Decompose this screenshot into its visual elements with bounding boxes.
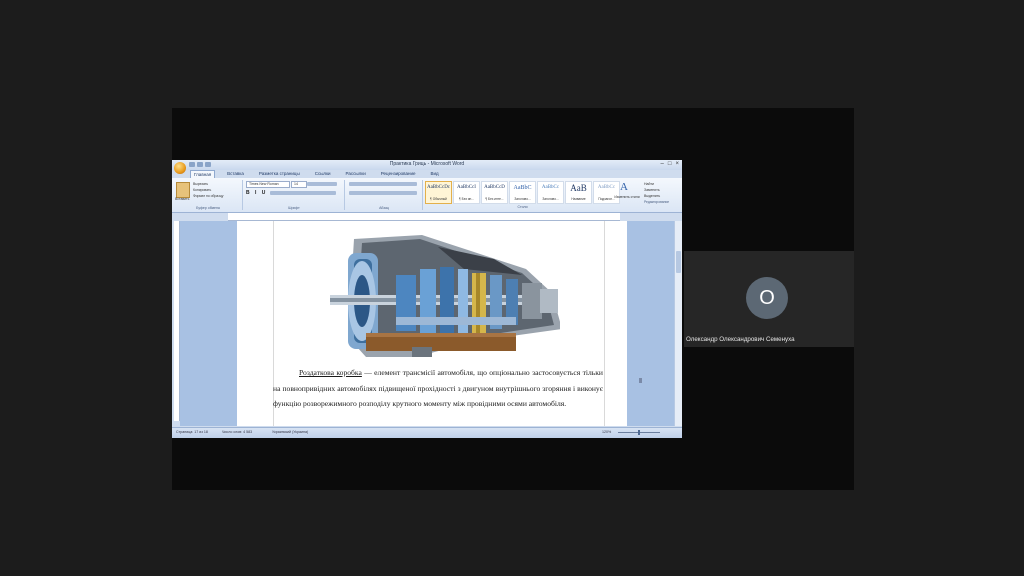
font-name-box[interactable]: Times New Roman xyxy=(246,181,290,188)
font-group: Times New Roman 14 B I U Шрифт xyxy=(244,180,345,210)
clipboard-group-label: Буфер обмена xyxy=(196,206,220,210)
language-indicator[interactable]: Украинский (Украина) xyxy=(272,430,308,434)
change-styles-button[interactable]: A Изменить стили xyxy=(612,181,642,207)
ribbon-tabs: Главная Вставка Разметка страницы Ссылки… xyxy=(190,170,442,178)
word-count[interactable]: Число слов: 4 583 xyxy=(222,430,252,434)
tab-page-layout[interactable]: Разметка страницы xyxy=(256,170,303,178)
window-controls: – □ × xyxy=(661,161,679,167)
title-bar: Практика Гриць - Microsoft Word xyxy=(172,160,682,170)
editing-group-label: Редактирование xyxy=(644,200,670,204)
participant-avatar: О xyxy=(746,277,788,319)
transfer-case-cutaway-image xyxy=(326,229,560,363)
list-indent-icons[interactable] xyxy=(349,182,417,186)
paste-icon[interactable] xyxy=(176,182,190,198)
tab-home[interactable]: Главная xyxy=(190,170,216,178)
document-page[interactable]: Роздаткова коробка — елемент трансмісії … xyxy=(237,221,627,426)
tab-view[interactable]: Вид xyxy=(428,170,442,178)
font-group-label: Шрифт xyxy=(288,206,300,210)
style-normal[interactable]: AaBbCcDc ¶ Обычный xyxy=(425,181,452,204)
office-button[interactable] xyxy=(174,162,186,174)
paragraph-term: Роздаткова коробка xyxy=(299,368,362,377)
maximize-icon[interactable]: □ xyxy=(668,161,672,167)
tab-mailings[interactable]: Рассылки xyxy=(343,170,369,178)
tab-references[interactable]: Ссылки xyxy=(312,170,334,178)
zoom-level[interactable]: 120% xyxy=(602,430,611,434)
paragraph-group-label: Абзац xyxy=(379,206,389,210)
clipboard-group: Вставить Вырезать Копировать Формат по о… xyxy=(174,180,243,210)
close-icon[interactable]: × xyxy=(675,161,679,167)
document-paragraph: Роздаткова коробка — елемент трансмісії … xyxy=(273,365,603,412)
zoom-slider-knob[interactable] xyxy=(638,430,640,435)
style-title[interactable]: AaB Название xyxy=(565,181,592,204)
style-heading-1[interactable]: AaBbC Заголово... xyxy=(509,181,536,204)
shared-screen-word-window: Практика Гриць - Microsoft Word – □ × Гл… xyxy=(172,160,682,438)
style-heading-2[interactable]: AaBbCc Заголово... xyxy=(537,181,564,204)
style-no-spacing[interactable]: AaBbCcI ¶ Без ин... xyxy=(453,181,480,204)
page-count[interactable]: Страница: 17 из 18 xyxy=(176,430,208,434)
redo-icon[interactable] xyxy=(205,162,211,167)
styles-group-label: Стили xyxy=(517,205,528,209)
save-icon[interactable] xyxy=(189,162,195,167)
tab-insert[interactable]: Вставка xyxy=(224,170,247,178)
right-margin-line xyxy=(604,221,605,426)
undo-icon[interactable] xyxy=(197,162,203,167)
window-title: Практика Гриць - Microsoft Word xyxy=(389,161,465,167)
paragraph-group: Абзац xyxy=(346,180,423,210)
ribbon: Вставить Вырезать Копировать Формат по о… xyxy=(172,178,682,213)
tab-review[interactable]: Рецензирование xyxy=(378,170,419,178)
status-bar: Страница: 17 из 18 Число слов: 4 583 Укр… xyxy=(172,427,682,438)
horizontal-ruler[interactable] xyxy=(228,213,620,221)
scrollbar-thumb[interactable] xyxy=(676,251,681,273)
font-grow-shrink-icons[interactable] xyxy=(307,182,337,186)
quick-access-toolbar xyxy=(189,162,211,167)
document-area: Роздаткова коробка — елемент трансмісії … xyxy=(180,221,675,426)
paste-button[interactable]: Вставить xyxy=(175,197,189,201)
change-styles-icon: A xyxy=(620,181,628,193)
vertical-scrollbar[interactable] xyxy=(674,221,682,426)
bold-italic-underline-icons[interactable]: B I U xyxy=(246,190,267,196)
minimize-icon[interactable]: – xyxy=(661,161,664,167)
participant-name: Олександр Олександрович Семенуха xyxy=(686,336,795,343)
mouse-cursor-icon xyxy=(639,378,642,383)
styles-gallery: AaBbCcDc ¶ Обычный AaBbCcI ¶ Без ин... A… xyxy=(425,181,620,209)
font-size-box[interactable]: 14 xyxy=(291,181,307,188)
font-format-icons[interactable] xyxy=(270,191,336,195)
style-no-spacing-2[interactable]: AaBbCcD ¶ Без инте... xyxy=(481,181,508,204)
align-icons[interactable] xyxy=(349,191,417,195)
format-painter-button[interactable]: Формат по образцу xyxy=(193,193,223,199)
editing-group: Найти Заменить Выделить Редактирование xyxy=(644,181,680,205)
